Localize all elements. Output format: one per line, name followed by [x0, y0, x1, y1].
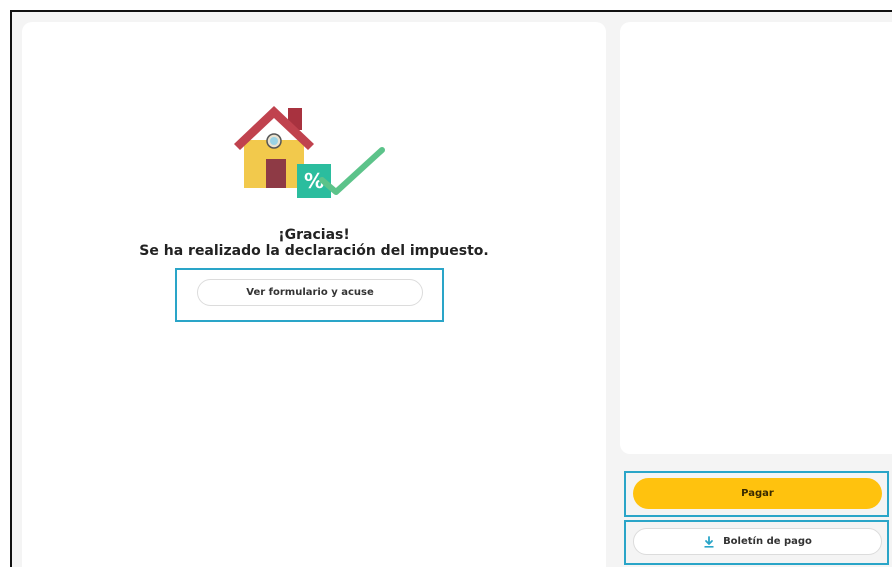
summary-panel [620, 22, 892, 454]
pay-button[interactable]: Pagar [633, 478, 882, 509]
declaration-message: Se ha realizado la declaración del impue… [139, 243, 489, 259]
pay-label: Pagar [741, 488, 774, 499]
payment-slip-label: Boletín de pago [723, 536, 812, 547]
download-icon [704, 535, 714, 548]
view-form-button[interactable]: Ver formulario y acuse [197, 279, 423, 306]
view-form-label: Ver formulario y acuse [246, 287, 374, 298]
house-percent-check-icon: % [234, 106, 385, 198]
payment-slip-button[interactable]: Boletín de pago [633, 528, 882, 555]
